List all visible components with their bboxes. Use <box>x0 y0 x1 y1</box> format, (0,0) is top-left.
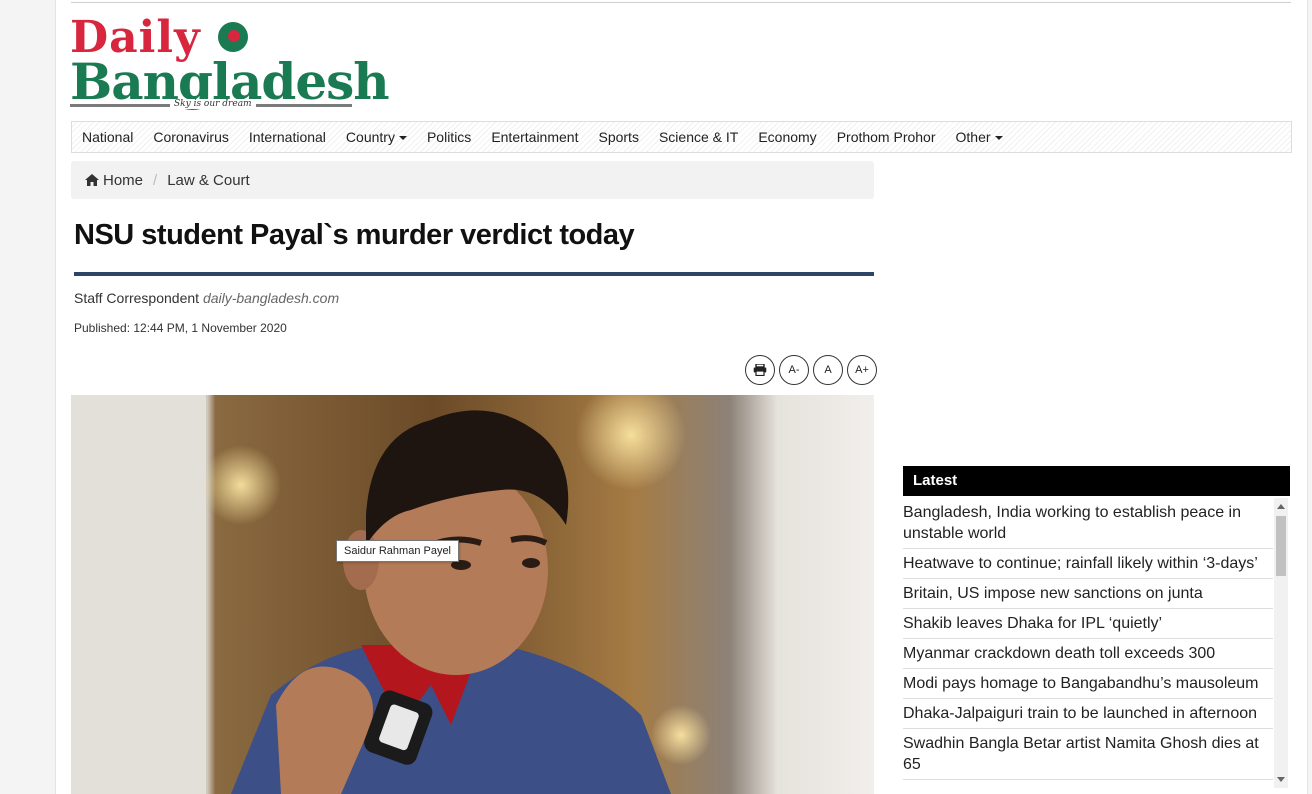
print-button[interactable] <box>745 355 775 385</box>
breadcrumb: Home / Law & Court <box>71 161 874 199</box>
nav-item-label: Country <box>345 129 395 145</box>
latest-item[interactable]: Swadhin Bangla Betar artist Namita Ghosh… <box>903 729 1273 780</box>
caret-down-icon <box>994 136 1003 140</box>
nav-item-label: International <box>248 129 326 145</box>
page: Daily Bangladesh Sky is our dream Nation… <box>55 0 1308 794</box>
caret-down-icon <box>398 136 407 140</box>
nav-item-label: Economy <box>758 129 817 145</box>
main-nav: National Coronavirus International Count… <box>71 121 1292 153</box>
byline: Staff Correspondent daily-bangladesh.com <box>74 290 339 306</box>
nav-item-label: National <box>82 129 134 145</box>
latest-item[interactable]: Myanmar crackdown death toll exceeds 300 <box>903 639 1273 669</box>
nav-item-other[interactable]: Other <box>946 129 1013 145</box>
top-divider <box>71 2 1291 3</box>
nav-item-label: Politics <box>426 129 472 145</box>
latest-list: Bangladesh, India working to establish p… <box>903 498 1273 780</box>
latest-item[interactable]: Modi pays homage to Bangabandhu’s mausol… <box>903 669 1273 699</box>
nav-item-sports[interactable]: Sports <box>588 129 648 145</box>
home-icon <box>85 174 99 186</box>
author: Staff Correspondent <box>74 290 200 306</box>
nav-item-prothom-prohor[interactable]: Prothom Prohor <box>827 129 946 145</box>
source: daily-bangladesh.com <box>202 290 340 306</box>
nav-item-country[interactable]: Country <box>336 129 417 145</box>
latest-item[interactable]: Heatwave to continue; rainfall likely wi… <box>903 549 1273 579</box>
latest-item[interactable]: Bangladesh, India working to establish p… <box>903 498 1273 549</box>
nav-item-label: Entertainment <box>491 129 579 145</box>
font-normal-button[interactable]: A <box>813 355 843 385</box>
nav-item-politics[interactable]: Politics <box>417 129 481 145</box>
nav-item-international[interactable]: International <box>239 129 336 145</box>
flag-icon <box>218 22 248 52</box>
article-photo <box>71 395 874 794</box>
nav-item-label: Sports <box>598 129 639 145</box>
scroll-down-arrow-icon[interactable] <box>1277 777 1285 782</box>
article-tools: A- A A+ <box>745 355 877 385</box>
published-date: Published: 12:44 PM, 1 November 2020 <box>74 321 287 335</box>
nav-item-label: Coronavirus <box>153 129 229 145</box>
latest-widget: Latest Bangladesh, India working to esta… <box>903 466 1290 794</box>
nav-item-economy[interactable]: Economy <box>748 129 826 145</box>
headline-rule <box>74 272 874 276</box>
latest-scrollbar[interactable] <box>1274 498 1288 788</box>
latest-header: Latest <box>903 466 1290 496</box>
nav-item-science-it[interactable]: Science & IT <box>649 129 748 145</box>
scroll-up-arrow-icon[interactable] <box>1277 504 1285 509</box>
portrait-image <box>71 395 874 794</box>
nav-item-entertainment[interactable]: Entertainment <box>481 129 588 145</box>
logo-tagline: Sky is our dream <box>170 99 256 109</box>
breadcrumb-current[interactable]: Law & Court <box>167 172 250 189</box>
site-logo[interactable]: Daily Bangladesh Sky is our dream <box>70 14 390 114</box>
nav-item-label: Other <box>955 129 991 145</box>
latest-item[interactable]: Shakib leaves Dhaka for IPL ‘quietly’ <box>903 609 1273 639</box>
breadcrumb-home-label: Home <box>103 171 144 189</box>
nav-item-coronavirus[interactable]: Coronavirus <box>143 129 238 145</box>
article-headline: NSU student Payal`s murder verdict today <box>74 219 635 251</box>
scrollbar-thumb[interactable] <box>1276 516 1286 576</box>
nav-item-label: Prothom Prohor <box>836 129 936 145</box>
print-icon <box>753 364 767 376</box>
image-tooltip: Saidur Rahman Payel <box>336 540 460 562</box>
breadcrumb-home[interactable]: Home <box>85 172 143 189</box>
font-increase-button[interactable]: A+ <box>847 355 877 385</box>
latest-item[interactable]: Britain, US impose new sanctions on junt… <box>903 579 1273 609</box>
latest-item[interactable]: Dhaka-Jalpaiguri train to be launched in… <box>903 699 1273 729</box>
nav-item-label: Science & IT <box>658 129 739 145</box>
breadcrumb-separator: / <box>153 171 158 189</box>
font-decrease-button[interactable]: A- <box>779 355 809 385</box>
nav-item-national[interactable]: National <box>72 129 143 145</box>
